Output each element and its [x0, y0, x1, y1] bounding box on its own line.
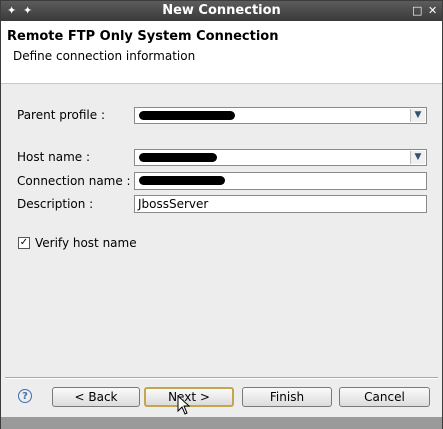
- verify-host-checkbox[interactable]: ✓: [18, 237, 30, 249]
- help-icon[interactable]: ?: [18, 389, 32, 403]
- connection-name-label: Connection name :: [17, 174, 131, 188]
- verify-host-label: Verify host name: [35, 236, 137, 250]
- maximize-icon[interactable]: □: [412, 4, 422, 18]
- connection-name-field[interactable]: [134, 172, 427, 190]
- wizard-header: Remote FTP Only System Connection Define…: [1, 21, 442, 84]
- chevron-down-icon[interactable]: ▼: [410, 109, 425, 122]
- wizard-title: Remote FTP Only System Connection: [7, 29, 279, 44]
- host-name-label: Host name :: [17, 150, 91, 164]
- bottom-status-bar: [1, 417, 442, 429]
- cancel-button[interactable]: Cancel: [339, 387, 430, 407]
- redacted-mark: [139, 153, 217, 162]
- redacted-mark: [139, 111, 235, 120]
- title-bar[interactable]: ✦ ✦ New Connection □ ✕: [1, 1, 442, 21]
- button-separator: [5, 377, 438, 379]
- parent-profile-combo[interactable]: ▼: [134, 107, 427, 124]
- dialog-window: ✦ ✦ New Connection □ ✕ Remote FTP Only S…: [0, 0, 443, 429]
- description-field[interactable]: JbossServer: [134, 195, 427, 213]
- finish-button[interactable]: Finish: [242, 387, 332, 407]
- back-button[interactable]: < Back: [52, 387, 140, 407]
- close-icon[interactable]: ✕: [428, 4, 437, 18]
- description-label: Description :: [17, 197, 94, 211]
- host-name-combo[interactable]: ▼: [134, 149, 427, 166]
- redacted-mark: [139, 176, 225, 185]
- wizard-subtitle: Define connection information: [13, 49, 196, 63]
- mouse-cursor-icon: [177, 395, 191, 415]
- parent-profile-label: Parent profile :: [17, 108, 105, 122]
- chevron-down-icon[interactable]: ▼: [410, 151, 425, 164]
- window-title: New Connection: [162, 3, 281, 18]
